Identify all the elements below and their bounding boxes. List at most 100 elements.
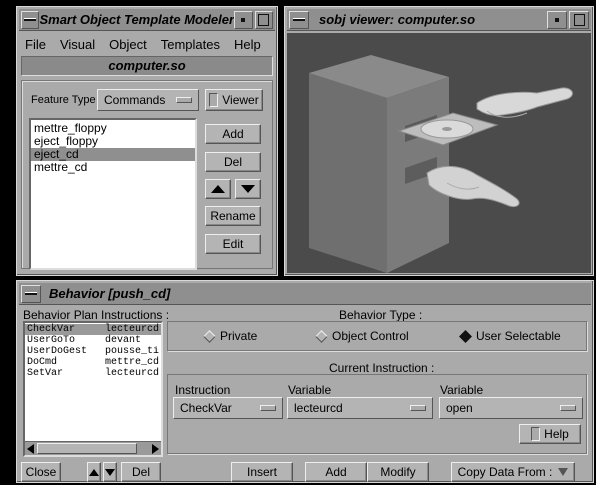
window-menu-icon	[24, 18, 37, 21]
modeler-titlebar[interactable]: Smart Object Template Modeler	[19, 9, 275, 31]
modify-button[interactable]: Modify	[367, 462, 429, 482]
move-up-button[interactable]	[205, 179, 231, 199]
window-menu-button[interactable]	[21, 10, 40, 29]
dropdown-indicator-icon	[176, 97, 192, 103]
plan-arg: pousse_tir	[105, 346, 159, 357]
del-button[interactable]: Del	[205, 152, 261, 172]
plan-cmd: DoCmd	[27, 357, 58, 368]
menu-visual[interactable]: Visual	[60, 37, 95, 52]
radio-object-control[interactable]: Object Control	[315, 329, 409, 343]
dropdown-indicator-icon	[260, 405, 276, 411]
del-label: Del	[223, 155, 242, 169]
rename-label: Rename	[210, 209, 256, 223]
plan-arg: lecteurcd	[105, 368, 160, 379]
menu-object[interactable]: Object	[109, 37, 147, 52]
plan-move-down-button[interactable]	[103, 462, 117, 482]
plan-del-label: Del	[131, 465, 150, 479]
arrow-down-icon	[105, 468, 115, 476]
radio-private[interactable]: Private	[203, 329, 258, 343]
minimize-button[interactable]	[547, 10, 567, 29]
move-down-button[interactable]	[235, 179, 261, 199]
triangle-down-icon	[558, 468, 569, 476]
object-name-bar: computer.so	[21, 56, 273, 76]
plan-row[interactable]: UserDoGest pousse_tir	[25, 346, 161, 357]
computer-scene-image	[287, 33, 591, 273]
viewer-window: sobj viewer: computer.so	[284, 6, 594, 276]
plan-del-button[interactable]: Del	[121, 462, 161, 482]
radio-diamond-icon	[315, 329, 328, 343]
plan-label: Behavior Plan Instructions :	[23, 308, 170, 322]
window-menu-button[interactable]	[289, 10, 309, 29]
close-button[interactable]: Close	[21, 462, 61, 482]
feature-type-value: Commands	[104, 93, 166, 107]
radio-user-selectable[interactable]: User Selectable	[459, 329, 561, 343]
horizontal-scrollbar[interactable]	[25, 441, 161, 455]
add-button[interactable]: Add	[205, 124, 261, 144]
behavior-type-label: Behavior Type :	[339, 308, 423, 322]
list-item[interactable]: mettre_cd	[31, 161, 195, 174]
dropdown-indicator-icon	[410, 405, 426, 411]
plan-row[interactable]: UserGoTo devant	[25, 335, 161, 346]
plan-list[interactable]: CheckVar lecteurcd UserGoTo devant UserD…	[23, 321, 163, 457]
plan-row[interactable]: SetVar lecteurcd	[25, 368, 161, 379]
window-menu-button[interactable]	[21, 284, 41, 303]
minimize-icon	[555, 17, 559, 22]
radio-user-selectable-label: User Selectable	[476, 329, 561, 343]
maximize-button[interactable]	[569, 10, 589, 29]
feature-type-dropdown[interactable]: Commands	[97, 89, 199, 111]
instruction-value: CheckVar	[180, 401, 232, 415]
object-name: computer.so	[108, 58, 186, 73]
plan-arg: mettre_cd	[105, 357, 160, 368]
scroll-right-icon[interactable]	[152, 444, 159, 454]
3d-viewport[interactable]	[287, 33, 591, 273]
copy-label: Copy Data From :	[457, 465, 553, 479]
behavior-titlebar[interactable]: Behavior [push_cd]	[19, 283, 591, 305]
scroll-thumb[interactable]	[37, 443, 137, 454]
variable2-dropdown[interactable]: open	[439, 397, 583, 419]
arrow-down-icon	[241, 185, 255, 193]
minimize-button[interactable]	[234, 10, 253, 29]
toggle-indicator-icon	[209, 93, 219, 107]
plan-move-up-button[interactable]	[87, 462, 101, 482]
maximize-icon	[573, 13, 585, 26]
maximize-button[interactable]	[254, 10, 273, 29]
variable2-label: Variable	[440, 383, 484, 397]
viewer-titlebar[interactable]: sobj viewer: computer.so	[287, 9, 591, 31]
maximize-icon	[258, 13, 270, 26]
rename-button[interactable]: Rename	[205, 206, 261, 226]
radio-object-control-label: Object Control	[332, 329, 409, 343]
close-label: Close	[25, 465, 57, 479]
variable1-dropdown[interactable]: lecteurcd	[287, 397, 433, 419]
variable2-value: open	[446, 401, 473, 415]
variable1-value: lecteurcd	[294, 401, 343, 415]
modeler-menubar: File Visual Object Templates Help	[19, 33, 275, 55]
command-list[interactable]: mettre_floppy eject_floppy eject_cd mett…	[29, 118, 197, 270]
edit-button[interactable]: Edit	[205, 234, 261, 254]
viewer-label: Viewer	[222, 93, 259, 107]
insert-button[interactable]: Insert	[231, 462, 293, 482]
instr-add-button[interactable]: Add	[305, 462, 367, 482]
window-menu-icon	[293, 18, 305, 21]
arrow-up-icon	[211, 185, 225, 193]
behavior-title: Behavior [push_cd]	[49, 286, 171, 301]
plan-row[interactable]: DoCmd mettre_cd	[25, 357, 161, 368]
toggle-indicator-icon	[531, 427, 541, 441]
menu-help[interactable]: Help	[234, 37, 261, 52]
instruction-dropdown[interactable]: CheckVar	[173, 397, 283, 419]
window-menu-icon	[25, 292, 37, 295]
scroll-left-icon[interactable]	[27, 444, 34, 454]
help-button[interactable]: Help	[519, 424, 581, 444]
behavior-window: Behavior [push_cd] Behavior Plan Instruc…	[16, 280, 594, 483]
plan-row[interactable]: CheckVar lecteurcd	[25, 324, 161, 335]
plan-arg: lecteurcd	[105, 324, 160, 335]
menu-templates[interactable]: Templates	[161, 37, 220, 52]
menu-file[interactable]: File	[25, 37, 46, 52]
viewer-toggle[interactable]: Viewer	[205, 89, 263, 111]
instr-add-label: Add	[325, 465, 347, 479]
copy-data-from-button[interactable]: Copy Data From :	[451, 462, 575, 482]
plan-cmd: CheckVar	[27, 324, 76, 335]
radio-private-label: Private	[220, 329, 258, 343]
modeler-window: Smart Object Template Modeler File Visua…	[16, 6, 278, 276]
variable1-label: Variable	[288, 383, 332, 397]
modify-label: Modify	[380, 465, 416, 479]
